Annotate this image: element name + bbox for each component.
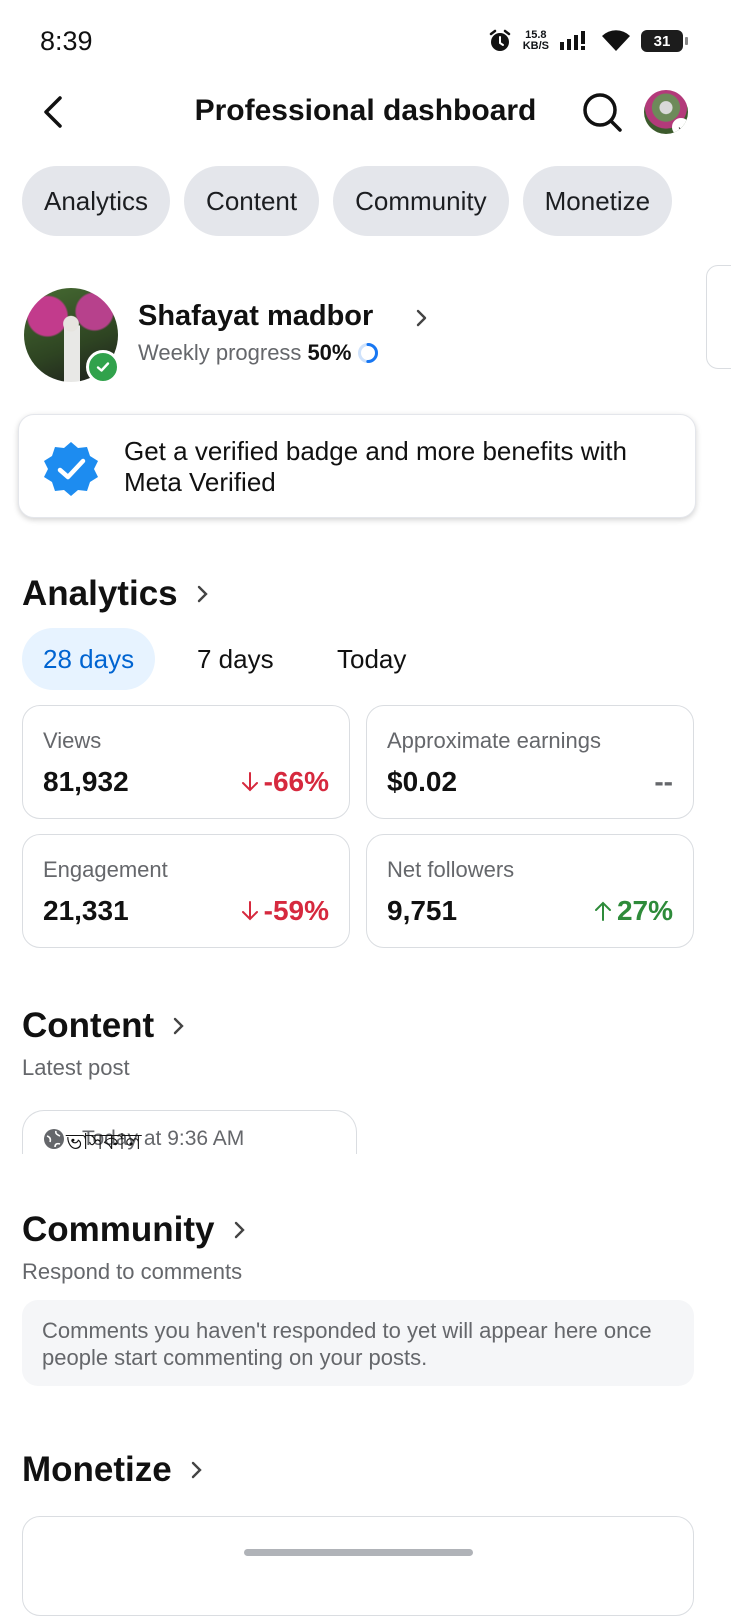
home-indicator[interactable] [244,1549,473,1556]
status-icons: 15.8 KB/S 31 [487,28,688,54]
search-icon[interactable] [580,90,624,134]
header-avatar[interactable]: ⌄ [644,90,688,134]
metric-value: $0.02 [387,766,458,797]
tab-monetize[interactable]: Monetize [522,166,673,236]
metric-card-net-followers[interactable]: Net followers 9,751 27% [366,834,694,948]
metric-value: 81,932 [43,766,129,797]
arrow-down-icon [241,901,258,921]
tab-content[interactable]: Content [184,166,320,236]
metric-label: Views [43,728,102,753]
progress-value: 50% [307,340,352,365]
metric-change: -59% [240,895,329,927]
meta-verified-text: Get a verified badge and more benefits w… [124,436,627,497]
metric-label: Net followers [387,857,515,882]
tab-analytics[interactable]: Analytics [22,166,171,236]
metric-change: 27% [593,895,673,927]
status-time: 8:39 [40,26,93,56]
chevron-right-icon [174,1017,184,1035]
content-subtitle: Latest post [22,1055,130,1080]
metric-change: -66% [240,766,329,798]
date-tab-7-days[interactable]: 7 days [176,628,295,690]
arrow-down-icon [241,772,258,792]
metric-card-engagement[interactable]: Engagement 21,331 -59% [22,834,350,948]
community-title: Community [22,1210,215,1249]
metric-value: 21,331 [43,895,129,926]
tab-community[interactable]: Community [333,166,509,236]
net-speed: 15.8 KB/S [522,29,549,52]
analytics-title: Analytics [22,574,178,613]
analytics-header[interactable]: Analytics [22,574,210,614]
weekly-progress: Weekly progress 50% [138,340,379,366]
chevron-right-icon [234,1221,245,1239]
date-tab-today[interactable]: Today [316,628,427,690]
metric-label: Engagement [43,857,168,882]
monetize-header[interactable]: Monetize [22,1450,204,1490]
progress-label: Weekly progress [138,340,302,365]
top-tab-bar: Analytics Content Community Monetize [22,166,673,236]
content-header[interactable]: Content [22,1006,186,1046]
wifi-icon [602,30,630,51]
chevron-right-icon [197,585,208,603]
monetize-card[interactable] [22,1516,694,1616]
globe-icon [44,1129,64,1149]
chevron-right-icon[interactable] [412,304,432,332]
metric-label: Approximate earnings [387,728,602,753]
metric-card-views[interactable]: Views 81,932 -66% [22,705,350,819]
metric-value: 9,751 [387,895,458,926]
battery-icon: 31 [641,30,688,52]
chevron-right-icon [191,1461,202,1479]
progress-ring-icon [358,343,379,363]
metric-change: -- [654,766,673,797]
metric-card-earnings[interactable]: Approximate earnings $0.02 -- [366,705,694,819]
checkmark-icon [86,350,120,384]
next-card-edge [706,265,731,369]
chevron-down-icon: ⌄ [672,118,688,134]
comments-empty-text: Comments you haven't responded to yet wi… [42,1318,652,1370]
post-title: ভাসকাল [66,1129,142,1154]
profile-name[interactable]: Shafayat madbor [138,300,373,333]
community-subtitle: Respond to comments [22,1259,243,1284]
date-tab-28-days[interactable]: 28 days [22,628,156,690]
verified-badge-icon [44,442,98,496]
alarm-icon [489,29,510,51]
community-header[interactable]: Community [22,1210,247,1250]
monetize-title: Monetize [22,1450,172,1489]
arrow-up-icon [594,901,611,921]
signal-icon [560,31,585,50]
content-title: Content [22,1006,155,1045]
